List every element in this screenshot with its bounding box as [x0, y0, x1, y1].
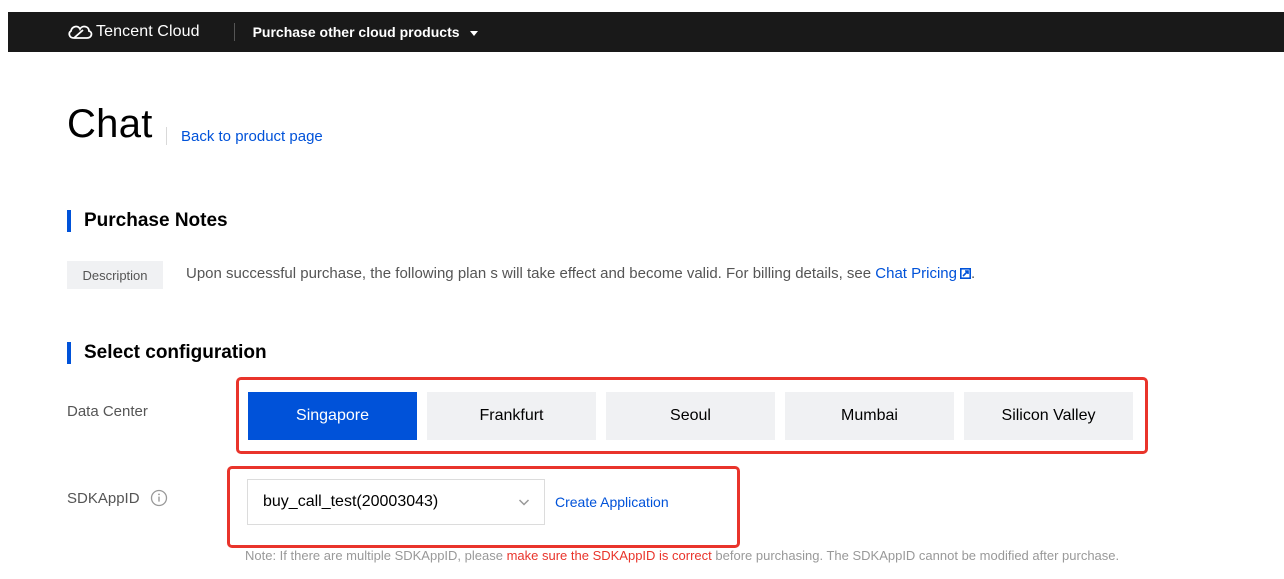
external-link-icon — [959, 268, 971, 279]
note-warning: make sure the SDKAppID is correct — [506, 548, 712, 563]
description-suffix: . — [970, 265, 976, 282]
sdkappid-selected-value: buy_call_test(20003043) — [263, 493, 439, 510]
description-text: Upon successful purchase, the following … — [186, 265, 876, 282]
sdkappid-label-group: SDKAppID — [67, 489, 168, 507]
description-tag: Description — [67, 261, 163, 289]
purchase-other-products-label: Purchase other cloud products — [252, 24, 460, 40]
purchase-notes-heading: Purchase Notes — [67, 210, 228, 232]
tencent-cloud-logo-icon — [68, 25, 93, 39]
info-icon[interactable] — [150, 489, 168, 507]
sdkappid-select[interactable]: buy_call_test(20003043) — [247, 479, 545, 525]
section-accent-bar — [67, 210, 71, 232]
brand-name: Tencent Cloud — [96, 23, 200, 40]
sdkappid-note: Note: If there are multiple SDKAppID, pl… — [245, 548, 1119, 563]
data-center-options: Singapore Frankfurt Seoul Mumbai Silicon… — [248, 392, 1133, 440]
data-center-option-frankfurt[interactable]: Frankfurt — [427, 392, 596, 440]
topbar-divider — [233, 23, 235, 41]
brand[interactable]: Tencent Cloud — [66, 22, 200, 42]
section-accent-bar — [67, 342, 71, 364]
select-configuration-title: Select configuration — [84, 342, 267, 363]
purchase-other-products-menu[interactable]: Purchase other cloud products — [253, 24, 478, 40]
top-navigation-bar: Tencent Cloud Purchase other cloud produ… — [8, 12, 1284, 52]
data-center-label: Data Center — [67, 403, 148, 420]
chat-pricing-label: Chat Pricing — [875, 265, 957, 282]
data-center-option-singapore[interactable]: Singapore — [248, 392, 417, 440]
purchase-notes-title: Purchase Notes — [84, 210, 228, 231]
chat-pricing-link[interactable]: Chat Pricing — [875, 265, 971, 282]
page-title: Chat — [67, 102, 153, 146]
note-text-start: Note: If there are multiple SDKAppID, pl… — [245, 548, 507, 563]
data-center-option-seoul[interactable]: Seoul — [606, 392, 775, 440]
title-divider — [166, 127, 167, 145]
data-center-option-silicon-valley[interactable]: Silicon Valley — [964, 392, 1133, 440]
select-configuration-heading: Select configuration — [67, 342, 267, 364]
purchase-notes-description: Upon successful purchase, the following … — [186, 265, 975, 282]
data-center-option-mumbai[interactable]: Mumbai — [785, 392, 954, 440]
note-text-end: before purchasing. The SDKAppID cannot b… — [711, 548, 1120, 563]
sdkappid-label: SDKAppID — [67, 489, 140, 507]
create-application-link[interactable]: Create Application — [555, 494, 669, 510]
back-to-product-link[interactable]: Back to product page — [181, 128, 323, 145]
caret-down-icon — [469, 30, 478, 36]
chevron-down-icon — [518, 499, 530, 506]
